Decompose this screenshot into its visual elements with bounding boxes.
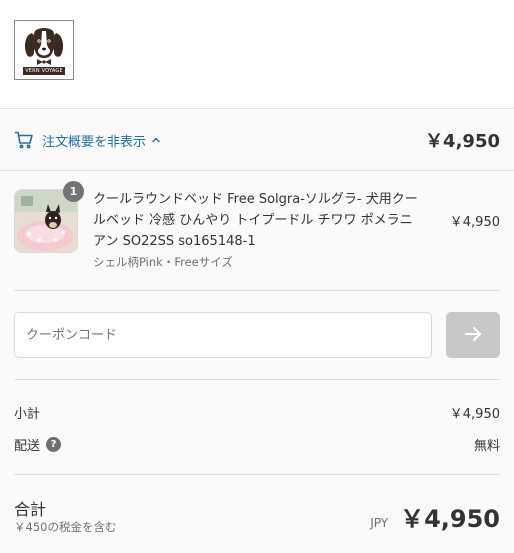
divider <box>14 290 500 291</box>
order-summary-panel: 1 クールラウンドベッド Free Solgra-ソルグラ- 犬用クールベッド … <box>0 171 514 553</box>
subtotal-value: ￥4,950 <box>449 406 500 422</box>
order-summary-bar: 注文概要を非表示 ￥4,950 <box>0 109 514 171</box>
line-item: 1 クールラウンドベッド Free Solgra-ソルグラ- 犬用クールベッド … <box>14 181 500 277</box>
subtotal-row: 小計 ￥4,950 <box>14 401 500 423</box>
order-summary-toggle-label: 注文概要を非表示 <box>42 134 147 150</box>
summary-total: ￥4,950 <box>425 131 500 152</box>
grand-total: ￥4,950 <box>400 505 500 533</box>
shipping-label: 配送 <box>14 438 41 454</box>
order-summary-toggle[interactable]: 注文概要を非表示 <box>14 128 161 152</box>
subtotal-label: 小計 <box>14 406 41 422</box>
header: VERN VOYAGE <box>0 0 514 109</box>
total-label: 合計 <box>14 500 47 519</box>
arrow-right-icon <box>463 324 483 347</box>
quantity-badge: 1 <box>63 181 84 202</box>
store-logo[interactable]: VERN VOYAGE <box>14 20 74 80</box>
apply-coupon-button[interactable] <box>446 312 500 358</box>
product-variant: シェル柄Pink・Freeサイズ <box>93 255 233 269</box>
cart-icon <box>14 130 34 150</box>
divider <box>14 474 500 475</box>
shipping-row: 配送 ? 無料 <box>14 433 500 455</box>
coupon-code-input[interactable] <box>14 312 432 358</box>
product-name: クールラウンドベッド Free Solgra-ソルグラ- 犬用クールベッド 冷感… <box>93 192 418 249</box>
tax-note: ￥450の税金を含む <box>14 520 117 534</box>
product-thumbnail-wrapper: 1 <box>14 181 84 253</box>
shipping-label-group: 配送 ? <box>14 435 62 454</box>
chevron-up-icon <box>151 135 161 145</box>
total-amount-group: JPY ￥4,950 <box>370 499 500 534</box>
help-icon[interactable]: ? <box>46 436 62 452</box>
shipping-value: 無料 <box>473 438 500 454</box>
currency-code: JPY <box>370 516 389 530</box>
logo-text: VERN VOYAGE <box>25 68 63 74</box>
divider <box>14 379 500 380</box>
product-price: ￥4,950 <box>449 215 500 230</box>
